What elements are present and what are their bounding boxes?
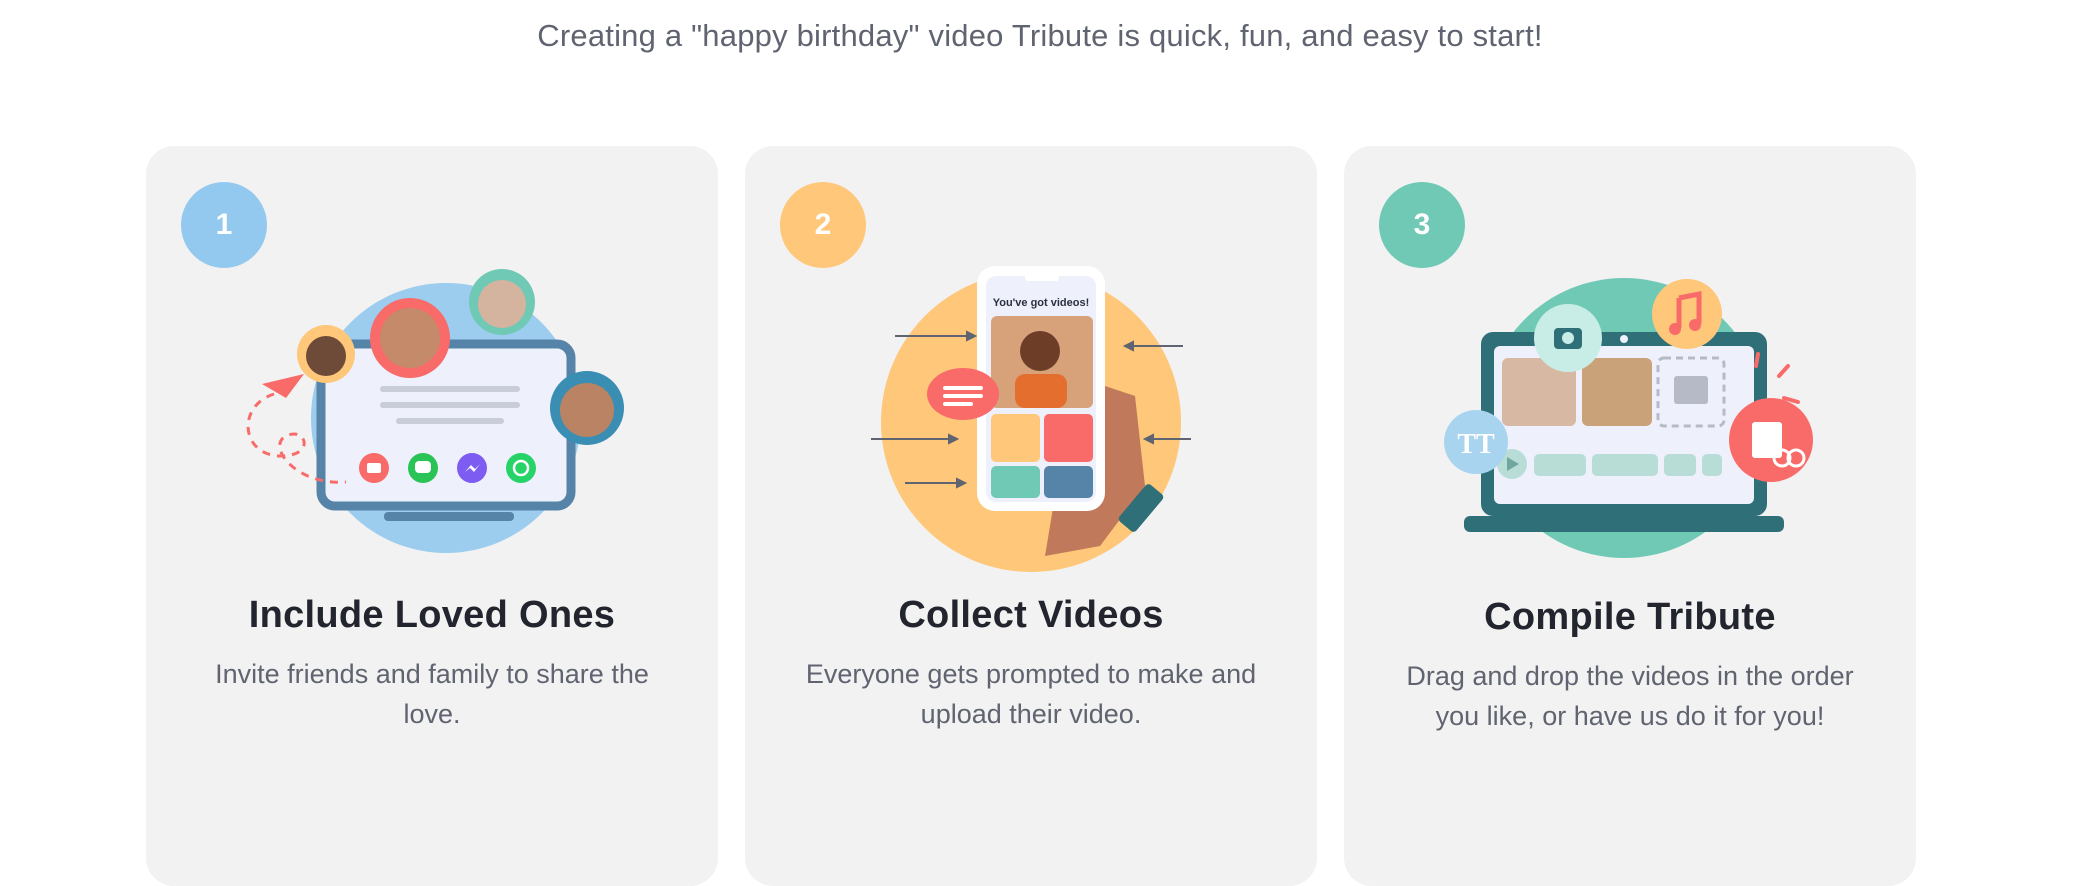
music-note-icon: [1652, 279, 1722, 349]
email-icon: [359, 453, 389, 483]
paper-plane-icon: [262, 374, 304, 398]
phone-header-text: You've got videos!: [993, 297, 1090, 309]
messenger-icon: [457, 453, 487, 483]
step-card-include-loved-ones: 1 Include Loved Ones Invite friends and …: [146, 146, 718, 886]
intro-text: Creating a "happy birthday" video Tribut…: [537, 18, 1543, 53]
collect-videos-illustration: You've got videos!: [871, 266, 1191, 572]
step-description: Everyone gets prompted to make and uploa…: [805, 659, 1257, 729]
step-title: Include Loved Ones: [248, 594, 616, 636]
scissors-icon: [1729, 398, 1813, 482]
compile-tribute-illustration: TT: [1444, 278, 1813, 558]
chat-bubble-icon: [927, 368, 999, 420]
whatsapp-icon: [506, 453, 536, 483]
svg-text:TT: TT: [1457, 429, 1495, 460]
text-icon: TT: [1444, 410, 1508, 474]
camera-icon: [1534, 304, 1602, 372]
step-description: Invite friends and family to share the l…: [215, 659, 649, 729]
message-icon: [408, 453, 438, 483]
step-title: Compile Tribute: [1484, 596, 1776, 638]
step-title: Collect Videos: [898, 594, 1164, 636]
step-description: Drag and drop the videos in the order yo…: [1406, 661, 1854, 731]
step-card-compile-tribute: 3 TT Compile Tribute Drag and drop the v…: [1344, 146, 1916, 886]
step-card-collect-videos: 2 You've got videos! Collect Videos Ever…: [745, 146, 1317, 886]
invite-illustration: [246, 269, 624, 553]
